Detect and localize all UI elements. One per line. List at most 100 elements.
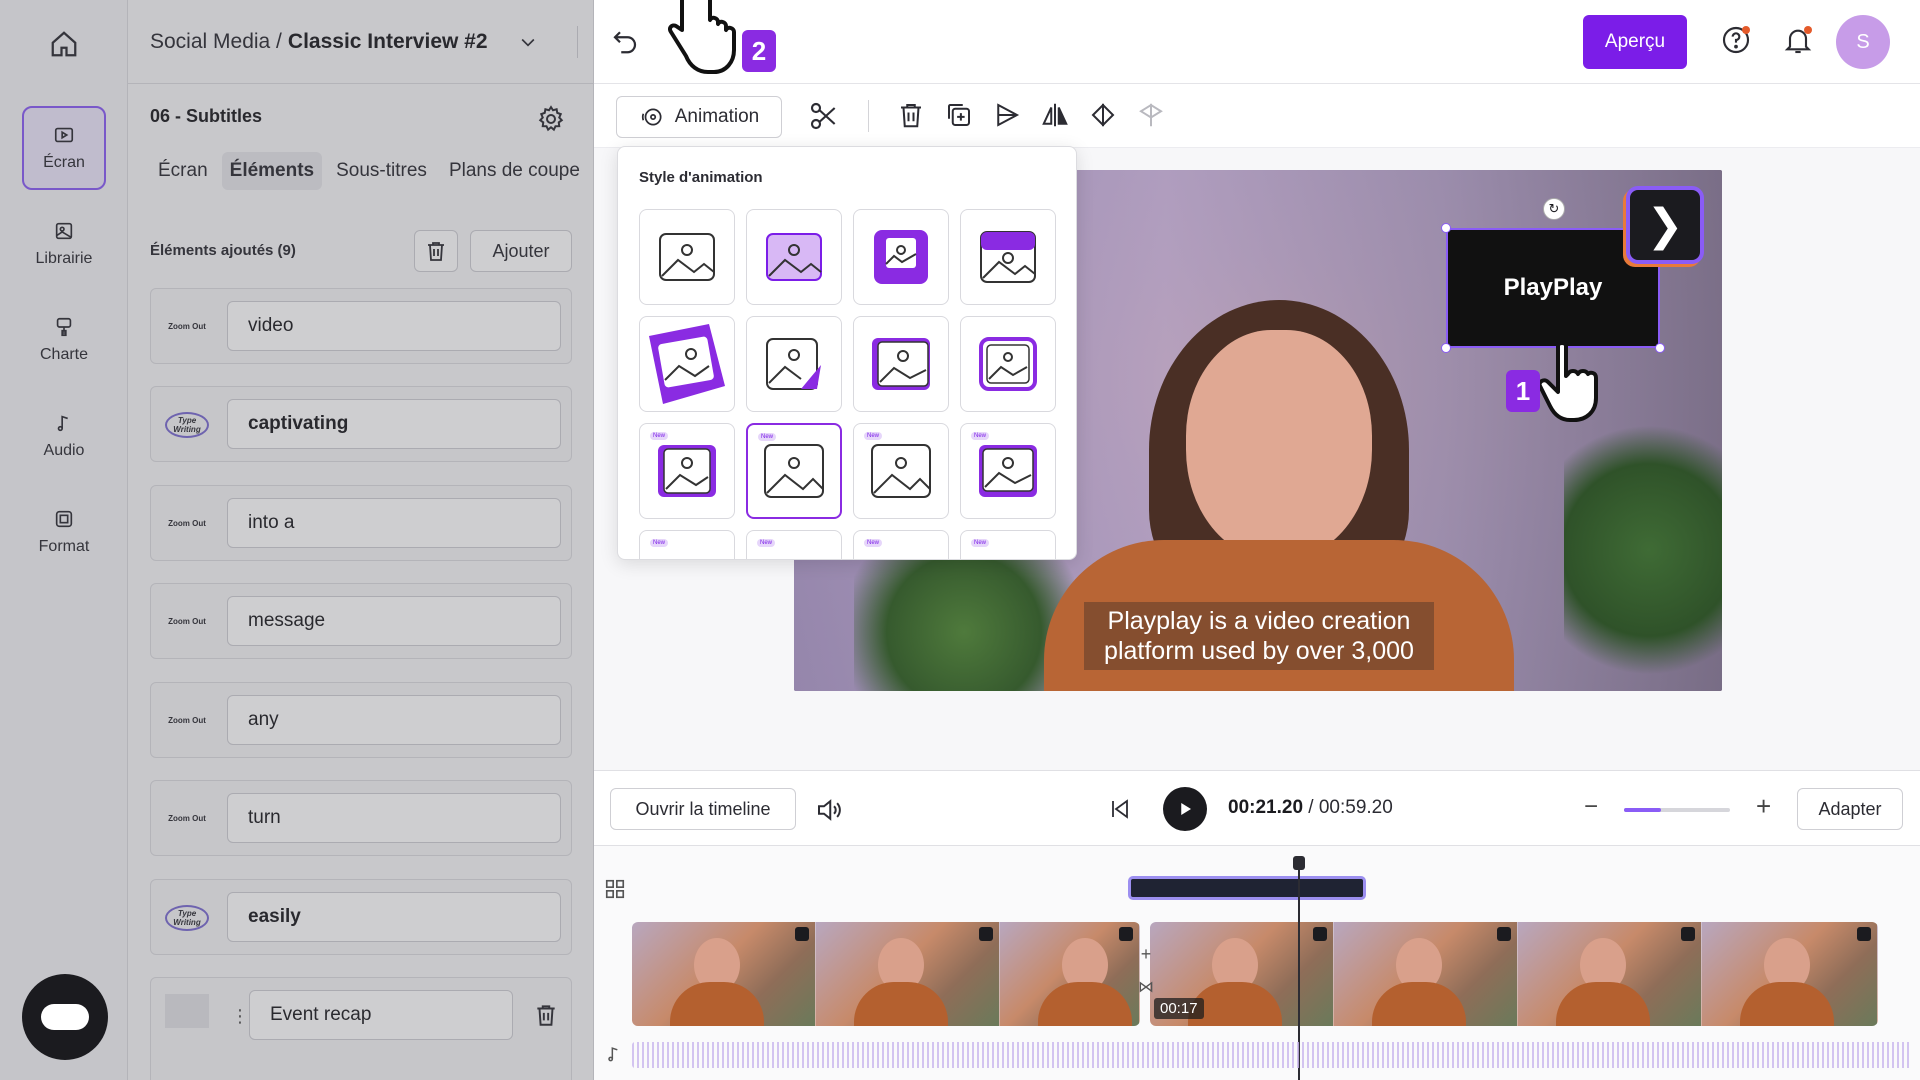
- tab-ecran[interactable]: Écran: [150, 152, 216, 190]
- image-icon: [766, 338, 821, 390]
- project-header[interactable]: Social Media / Classic Interview #2: [128, 0, 594, 84]
- animation-button[interactable]: Animation: [616, 96, 782, 138]
- clip-timestamp: 00:17: [1154, 998, 1204, 1019]
- element-text-field[interactable]: into a: [227, 498, 561, 548]
- zoom-slider[interactable]: [1624, 808, 1730, 812]
- resize-handle[interactable]: [1441, 343, 1451, 353]
- nav-item-audio[interactable]: Audio: [22, 394, 106, 478]
- zoom-in-button[interactable]: +: [1756, 791, 1771, 822]
- divider: [577, 26, 578, 58]
- video-clip[interactable]: [1150, 922, 1878, 1026]
- animation-option[interactable]: [853, 209, 949, 305]
- image-icon: [649, 324, 725, 404]
- video-subtitle[interactable]: Playplay is a video creation platform us…: [1084, 602, 1434, 670]
- add-element-button[interactable]: Ajouter: [470, 230, 572, 272]
- image-icon: [979, 445, 1037, 497]
- resize-handle[interactable]: [1441, 223, 1451, 233]
- add-transition-icon[interactable]: +: [1141, 944, 1152, 965]
- element-row[interactable]: Zoom Out any: [150, 682, 572, 758]
- avatar[interactable]: S: [1836, 15, 1890, 69]
- trash-icon[interactable]: [533, 1002, 559, 1028]
- element-text-field[interactable]: captivating: [227, 399, 561, 449]
- home-icon[interactable]: [44, 26, 84, 62]
- bell-icon[interactable]: [1782, 24, 1814, 61]
- scissors-icon[interactable]: [808, 100, 840, 132]
- animation-option[interactable]: [746, 209, 842, 305]
- nav-item-librairie[interactable]: Librairie: [22, 202, 106, 286]
- animation-option[interactable]: [960, 209, 1056, 305]
- fit-button[interactable]: Adapter: [1797, 788, 1903, 830]
- element-text-field[interactable]: easily: [227, 892, 561, 942]
- help-icon[interactable]: [1720, 24, 1752, 61]
- audio-waveform[interactable]: [632, 1042, 1912, 1068]
- element-range-bar[interactable]: [1128, 876, 1366, 900]
- hand-pointer-icon: [668, 0, 736, 74]
- playhead-knob[interactable]: [1293, 856, 1305, 870]
- animation-option[interactable]: New: [853, 423, 949, 519]
- volume-icon[interactable]: [814, 795, 844, 825]
- timeline: + ⋈ 00:17: [594, 846, 1920, 1080]
- tab-sous-titres[interactable]: Sous-titres: [328, 152, 435, 190]
- trash-icon: [428, 242, 444, 261]
- video-clip[interactable]: [632, 922, 1140, 1026]
- element-row[interactable]: Zoom Out video: [150, 288, 572, 364]
- element-text-field[interactable]: message: [227, 596, 561, 646]
- grid-icon[interactable]: [604, 878, 626, 900]
- gear-icon[interactable]: [536, 104, 566, 134]
- element-text-field[interactable]: any: [227, 695, 561, 745]
- preview-button[interactable]: Aperçu: [1583, 15, 1687, 69]
- play-button[interactable]: [1163, 787, 1207, 831]
- animation-option[interactable]: New: [960, 423, 1056, 519]
- zoom-out-button[interactable]: −: [1584, 793, 1598, 821]
- brand-icon: [56, 317, 72, 337]
- format-icon: [55, 510, 73, 528]
- element-row[interactable]: ⋮⋮ Event recap: [150, 977, 572, 1080]
- added-elements-count: Éléments ajoutés (9): [150, 242, 296, 259]
- new-badge: New: [758, 433, 777, 441]
- animation-option[interactable]: [746, 316, 842, 412]
- animation-option[interactable]: New: [853, 530, 949, 559]
- send-backward-icon[interactable]: [992, 100, 1022, 130]
- image-icon: [872, 338, 930, 390]
- element-row[interactable]: Zoom Out turn: [150, 780, 572, 856]
- tab-plans-de-coupe[interactable]: Plans de coupe: [441, 152, 588, 190]
- chat-support-button[interactable]: [22, 974, 108, 1060]
- element-text-field[interactable]: video: [227, 301, 561, 351]
- flip-horizontal-icon[interactable]: [1040, 100, 1070, 130]
- animation-option[interactable]: [639, 316, 735, 412]
- zoom-slider-fill: [1624, 808, 1662, 812]
- element-text-field[interactable]: Event recap: [249, 990, 513, 1040]
- animation-option[interactable]: [853, 316, 949, 412]
- transition-icon[interactable]: ⋈: [1138, 977, 1154, 997]
- trash-icon[interactable]: [896, 100, 926, 130]
- animation-option[interactable]: New: [639, 530, 735, 559]
- nav-item-ecran[interactable]: Écran: [22, 106, 106, 190]
- align-icon[interactable]: [1088, 100, 1118, 130]
- nav-item-charte[interactable]: Charte: [22, 298, 106, 382]
- element-row[interactable]: Zoom Out into a: [150, 485, 572, 561]
- resize-handle[interactable]: [1655, 343, 1665, 353]
- duplicate-icon[interactable]: [944, 100, 974, 130]
- skip-back-icon[interactable]: [1108, 797, 1132, 821]
- new-badge: New: [971, 432, 990, 440]
- tab-elements[interactable]: Éléments: [221, 152, 323, 190]
- rotate-handle-icon[interactable]: ↻: [1543, 198, 1565, 220]
- animation-option[interactable]: [639, 209, 735, 305]
- nav-item-format[interactable]: Format: [22, 490, 106, 574]
- chevron-down-icon[interactable]: [518, 32, 538, 52]
- element-row[interactable]: Type Writing captivating: [150, 386, 572, 462]
- open-timeline-button[interactable]: Ouvrir la timeline: [610, 788, 796, 830]
- undo-icon[interactable]: [610, 26, 640, 56]
- project-title: Classic Interview #2: [287, 29, 488, 53]
- animation-option[interactable]: New: [960, 530, 1056, 559]
- animation-option[interactable]: New: [746, 530, 842, 559]
- animation-option-selected[interactable]: New: [746, 423, 842, 519]
- element-row[interactable]: Type Writing easily: [150, 879, 572, 955]
- element-row[interactable]: Zoom Out message: [150, 583, 572, 659]
- image-icon: [874, 230, 928, 284]
- animation-option[interactable]: [960, 316, 1056, 412]
- delete-all-button[interactable]: [414, 230, 458, 272]
- animation-option[interactable]: New: [639, 423, 735, 519]
- element-text-field[interactable]: turn: [227, 793, 561, 843]
- new-badge: New: [864, 539, 883, 547]
